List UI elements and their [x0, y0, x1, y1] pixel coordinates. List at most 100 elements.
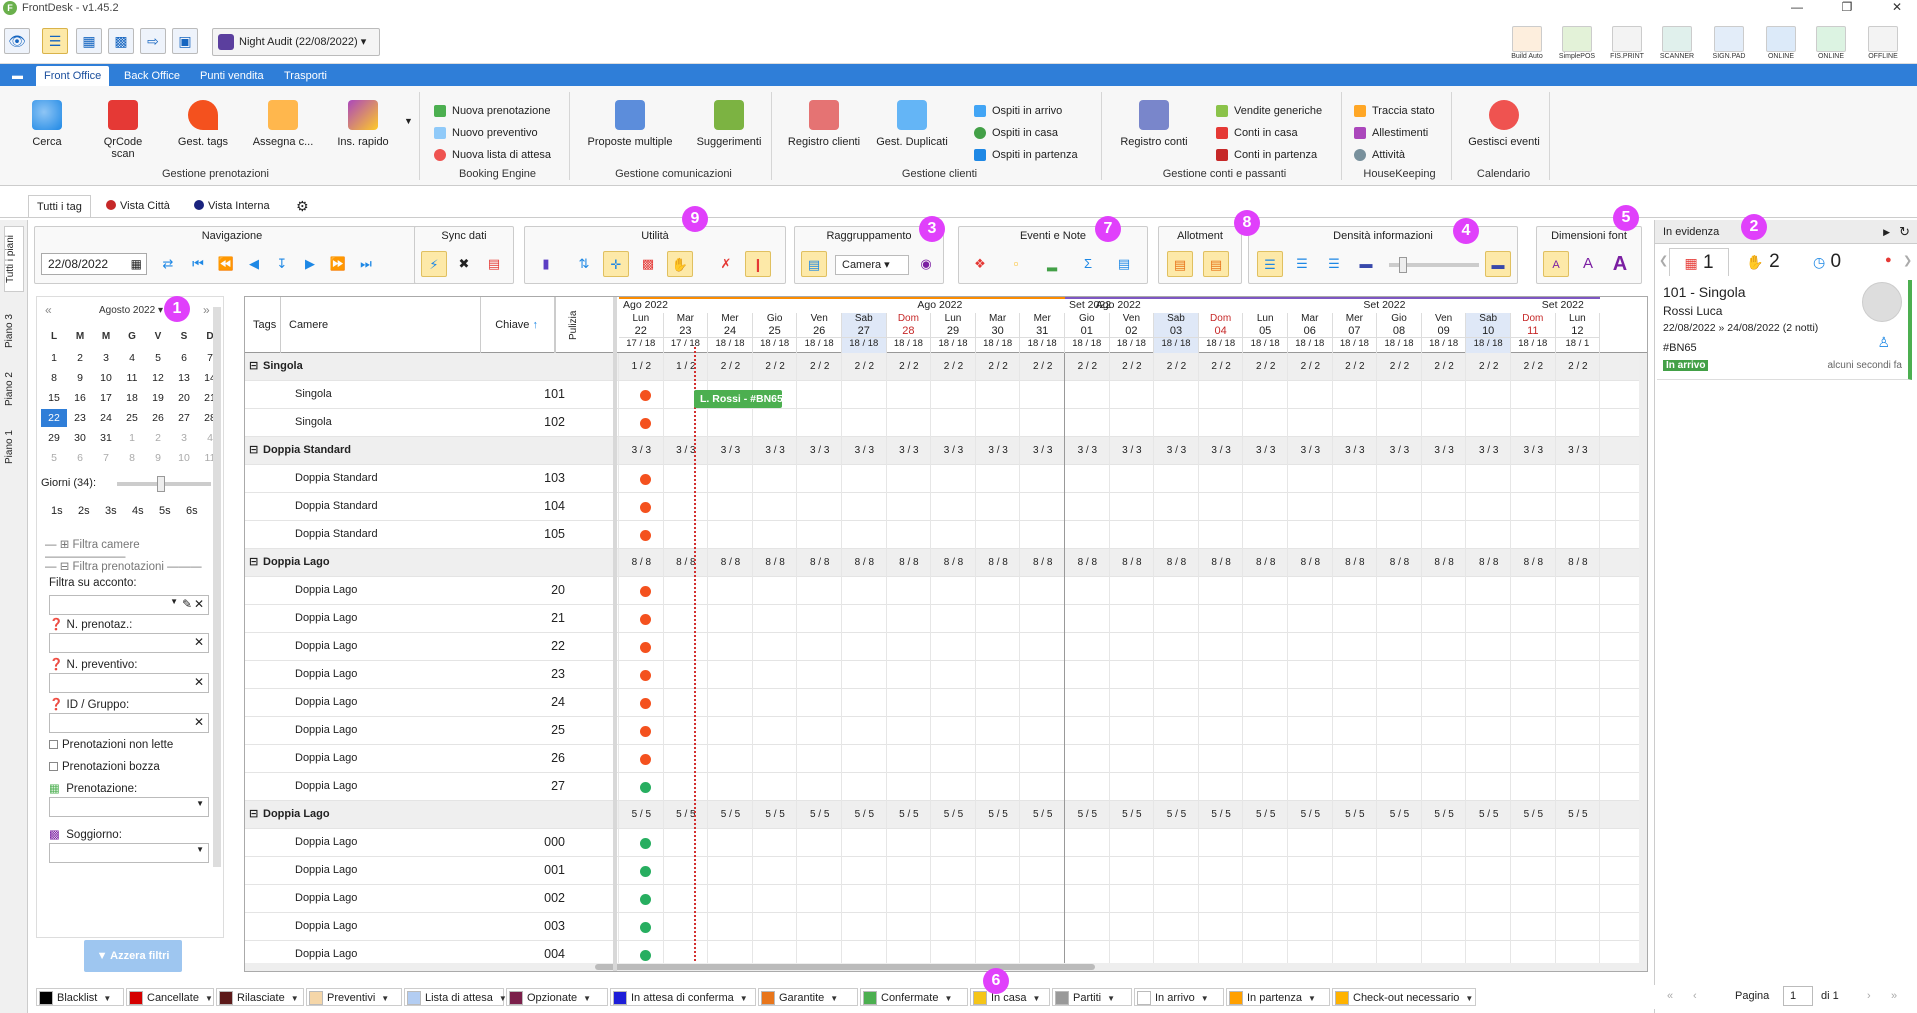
calendar-day[interactable]: 31	[93, 429, 119, 447]
prev-page-icon[interactable]: ‹	[1693, 983, 1697, 1009]
calendar-month[interactable]: Agosto 2022 ▾	[37, 305, 225, 319]
tab-piano-2[interactable]: Piano 2	[4, 364, 24, 414]
vendite-generiche-button[interactable]: Vendite generiche	[1216, 102, 1322, 120]
menu-front-office[interactable]: Front Office	[36, 66, 110, 86]
lightning-icon[interactable]: ⚡	[421, 251, 447, 277]
broom-icon[interactable]: ✖	[451, 251, 477, 277]
ospiti-arrivo-button[interactable]: Ospiti in arrivo	[974, 102, 1062, 120]
cleaning-status-icon[interactable]	[640, 922, 651, 933]
filtra-prenotazioni-toggle[interactable]: — ⊟ Filtra prenotazioni ———	[45, 559, 202, 573]
gestisci-eventi-button[interactable]: Gestisci eventi	[1460, 96, 1548, 156]
cleaning-status-icon[interactable]	[640, 894, 651, 905]
day-column-header[interactable]: Gio 25 18 / 18	[752, 313, 798, 353]
room-row[interactable]: Doppia Standard 103	[245, 465, 1647, 493]
bozza-checkbox[interactable]: Prenotazioni bozza	[49, 761, 160, 773]
menu-toggle-icon[interactable]: ▬	[4, 66, 31, 86]
nonlette-checkbox[interactable]: Prenotazioni non lette	[49, 739, 173, 751]
qrcode-scan-button[interactable]: QrCode scan	[92, 96, 154, 160]
day-column-header[interactable]: Lun 22 17 / 18	[619, 313, 664, 353]
cleaning-status-icon[interactable]	[640, 866, 651, 877]
legend-filter-13[interactable]: Check-out necessario ▼	[1332, 988, 1476, 1006]
giorni-slider[interactable]	[117, 476, 211, 492]
legend-filter-4[interactable]: Lista di attesa ▼	[404, 988, 507, 1006]
cleaning-status-icon[interactable]	[640, 670, 651, 681]
legend-filter-5[interactable]: Opzionate ▼	[506, 988, 608, 1006]
legend-filter-1[interactable]: Cancellate ▼	[126, 988, 214, 1006]
room-row[interactable]: Singola 101	[245, 381, 1647, 409]
grouping-table-icon[interactable]: ▤	[801, 251, 827, 277]
calendar-day[interactable]: 19	[145, 389, 171, 407]
cleaning-status-icon[interactable]	[640, 726, 651, 737]
span-button[interactable]: 3s	[105, 505, 117, 517]
calendar-day[interactable]: 12	[145, 369, 171, 387]
room-row[interactable]: Doppia Lago 27	[245, 773, 1647, 801]
menu-back-office[interactable]: Back Office	[116, 66, 188, 86]
calendar-day[interactable]: 13	[171, 369, 197, 387]
span-button[interactable]: 1s	[51, 505, 63, 517]
gest-duplicati-button[interactable]: Gest. Duplicati	[870, 96, 954, 156]
legend-filter-7[interactable]: Garantite ▼	[758, 988, 858, 1006]
calendar-day[interactable]: 8	[119, 449, 145, 467]
calendar-day[interactable]: 17	[93, 389, 119, 407]
calendar-day[interactable]: 3	[171, 429, 197, 447]
close-button[interactable]: ✕	[1877, 0, 1917, 16]
day-column-header[interactable]: Ven 02 18 / 18	[1109, 313, 1155, 353]
next-page-icon[interactable]: ›	[1867, 983, 1871, 1009]
tab-departures[interactable]: ◷ 0	[1797, 248, 1857, 276]
day-column-header[interactable]: Mer 24 18 / 18	[708, 313, 753, 353]
tab-tutti-i-piani[interactable]: Tutti i piani	[4, 226, 24, 292]
cleaning-status-icon[interactable]	[640, 950, 651, 961]
calendar-day[interactable]: 6	[171, 349, 197, 367]
menu-trasporti[interactable]: Trasporti	[276, 66, 335, 86]
allotment-1-icon[interactable]: ▤	[1167, 251, 1193, 277]
tab-tutti-i-tag[interactable]: Tutti i tag	[28, 195, 91, 217]
room-row[interactable]: Doppia Lago 20	[245, 577, 1647, 605]
cleaning-status-icon[interactable]	[640, 614, 651, 625]
hw-sign-pad[interactable]: SIGN.PAD	[1708, 26, 1750, 64]
broadcast-icon[interactable]: ◉	[913, 251, 939, 277]
day-column-header[interactable]: Lun 29 18 / 18	[931, 313, 976, 353]
calendar-day[interactable]: 7	[93, 449, 119, 467]
conti-casa-button[interactable]: Conti in casa	[1216, 124, 1298, 142]
grid-view-icon[interactable]: ▩	[108, 28, 134, 54]
calendar-day[interactable]: 10	[93, 369, 119, 387]
legend-filter-8[interactable]: Confermate ▼	[860, 988, 968, 1006]
collapse-icon[interactable]: ⊟	[249, 437, 258, 465]
day-column-header[interactable]: Mar 23 17 / 18	[663, 313, 709, 353]
cerca-button[interactable]: Cerca	[16, 96, 78, 156]
calendar-day[interactable]: 16	[67, 389, 93, 407]
nuova-lista-attesa-button[interactable]: Nuova lista di attesa	[434, 146, 551, 164]
density-1-icon[interactable]: ☰	[1257, 251, 1283, 277]
span-button[interactable]: 2s	[78, 505, 90, 517]
calendar-day[interactable]: 1	[119, 429, 145, 447]
cleaning-status-icon[interactable]	[640, 418, 651, 429]
legend-filter-11[interactable]: In arrivo ▼	[1134, 988, 1224, 1006]
day-column-header[interactable]: Sab 03 18 / 18	[1154, 313, 1199, 353]
cleaning-status-icon[interactable]	[640, 502, 651, 513]
density-slider[interactable]	[1389, 257, 1479, 273]
room-row[interactable]: Doppia Lago 24	[245, 689, 1647, 717]
calendar-day[interactable]: 22	[41, 409, 67, 427]
legend-filter-0[interactable]: Blacklist ▼	[36, 988, 124, 1006]
suggerimenti-button[interactable]: Suggerimenti	[686, 96, 772, 156]
azzera-filtri-button[interactable]: ▼ Azzera filtri	[84, 940, 182, 972]
day-column-header[interactable]: Lun 05 18 / 18	[1243, 313, 1288, 353]
prenotazione-select[interactable]: ▼	[49, 797, 209, 817]
calendar-day[interactable]: 26	[145, 409, 171, 427]
tab-piano-3[interactable]: Piano 3	[4, 306, 24, 356]
room-row[interactable]: Doppia Lago 003	[245, 913, 1647, 941]
day-column-header[interactable]: Dom 28 18 / 18	[886, 313, 932, 353]
alert-icon[interactable]: ●	[1885, 254, 1892, 266]
grouping-select[interactable]: Camera ▾	[835, 255, 909, 275]
chevron-down-icon[interactable]: ▼	[404, 116, 413, 126]
calendar-day[interactable]: 25	[119, 409, 145, 427]
registro-clienti-button[interactable]: Registro clienti	[782, 96, 866, 156]
play-icon[interactable]: ▶	[1883, 220, 1890, 244]
calendar-day[interactable]: 23	[67, 409, 93, 427]
span-button[interactable]: 6s	[186, 505, 198, 517]
planner-view-icon[interactable]: ☰	[42, 28, 68, 54]
calendar-day[interactable]: 3	[93, 349, 119, 367]
room-row[interactable]: Doppia Standard 105	[245, 521, 1647, 549]
sigma-icon[interactable]: Σ	[1075, 251, 1101, 277]
forward-icon[interactable]: ▶	[297, 251, 323, 277]
